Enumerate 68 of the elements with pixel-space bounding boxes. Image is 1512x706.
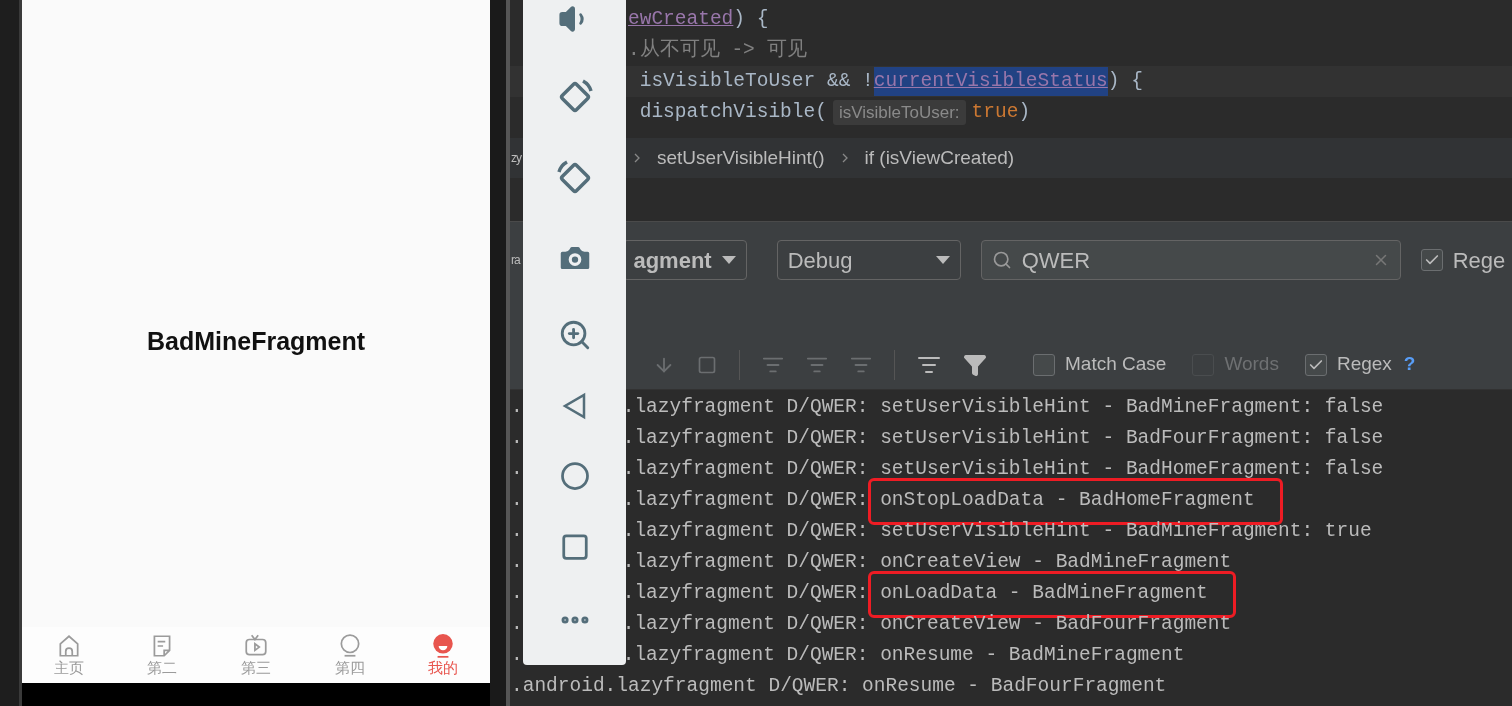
option-label: Match Case [1065, 352, 1167, 377]
dropdown-caret-icon [935, 256, 950, 264]
log-edge: . [510, 487, 523, 513]
log-message: setUserVisibleHint - BadHomeFragment: false [880, 457, 1384, 480]
nav-tab[interactable]: 第三 [209, 627, 303, 683]
nav-tab[interactable]: 主页 [22, 627, 116, 683]
checkbox[interactable] [1420, 249, 1443, 271]
code-text: isVisibleToUser && ! [638, 68, 874, 94]
search-icon [991, 250, 1012, 270]
log-edge: . [510, 580, 523, 606]
home-button-icon[interactable] [559, 461, 590, 492]
dropdown-caret-icon [721, 256, 736, 264]
log-tag: .lazyfragment D/QWER: [622, 547, 869, 578]
log-message: onResume - BadFourFragment [862, 674, 1167, 697]
fragment-title: BadMineFragment [146, 325, 366, 357]
chevron-icon [840, 152, 849, 164]
log-edge: . [510, 394, 523, 420]
code-text: currentVisibleStatus [873, 66, 1108, 97]
log-message: setUserVisibleHint - BadFourFragment: false [880, 426, 1384, 449]
log-tag: .android.lazyfragment D/QWER: [511, 671, 851, 702]
log-tag: .lazyfragment D/QWER: [622, 392, 869, 423]
log-message: setUserVisibleHint - BadMineFragment: true [880, 519, 1372, 542]
log-tag: .lazyfragment D/QWER: [622, 423, 869, 454]
log-tag: .lazyfragment D/QWER: [622, 485, 869, 516]
regex-label: Rege [1452, 246, 1506, 275]
log-edge: . [510, 642, 523, 668]
nav-tab[interactable]: 第四 [302, 627, 397, 683]
search-field[interactable]: QWER [980, 240, 1401, 280]
log-edge: . [510, 456, 523, 482]
code-text: ewCreated [628, 6, 734, 32]
checkbox[interactable] [1033, 353, 1055, 376]
chevron-icon [633, 152, 641, 164]
log-message: onCreateView - BadMineFragment [880, 550, 1232, 573]
option-label: Regex [1336, 352, 1392, 377]
back-icon[interactable] [561, 392, 588, 421]
log-message: onCreateView - BadFourFragment [880, 612, 1232, 635]
code-text: ) { [1107, 68, 1143, 94]
code-text: true [971, 99, 1019, 125]
filter-edge: ra [510, 252, 520, 269]
nav-tab[interactable]: 我的 [396, 627, 490, 683]
breadcrumb-item[interactable]: if (isViewCreated) [864, 143, 1015, 173]
log-message: setUserVisibleHint - BadMineFragment: false [880, 395, 1384, 418]
log-edge: . [510, 425, 523, 451]
filter-icon[interactable] [963, 352, 987, 377]
tv-icon [243, 633, 269, 659]
checkbox[interactable] [1304, 353, 1327, 376]
nav-tab[interactable]: 第二 [115, 627, 210, 683]
help-link[interactable]: ? [1403, 350, 1416, 379]
parameter-hint: isVisibleToUser: [832, 99, 966, 126]
breadcrumb-item[interactable]: setUserVisibleHint() [657, 143, 825, 173]
code-text: ) { [733, 6, 769, 32]
log-edge: . [510, 549, 523, 575]
log-tag: .lazyfragment D/QWER: [622, 516, 869, 547]
log-tag: .lazyfragment D/QWER: [622, 609, 869, 640]
log-message: onResume - BadMineFragment [880, 643, 1185, 666]
code-text: dispatchVisible( [638, 99, 827, 125]
breadcrumb-edge: zy [510, 150, 521, 167]
log-message: onLoadData - BadMineFragment [880, 581, 1208, 604]
log-edge: . [510, 611, 523, 637]
code-text: ) [1018, 99, 1031, 125]
log-tag: .lazyfragment D/QWER: [622, 578, 869, 609]
log-message: onStopLoadData - BadHomeFragment [880, 488, 1255, 511]
log-edge: . [510, 518, 523, 544]
log-tag: .lazyfragment D/QWER: [622, 640, 869, 671]
level-dropdown[interactable]: Debug [776, 240, 961, 280]
code-text: .从不可见 -> 可见 [628, 37, 807, 63]
overview-icon[interactable] [559, 532, 590, 563]
log-tag: .lazyfragment D/QWER: [622, 454, 869, 485]
